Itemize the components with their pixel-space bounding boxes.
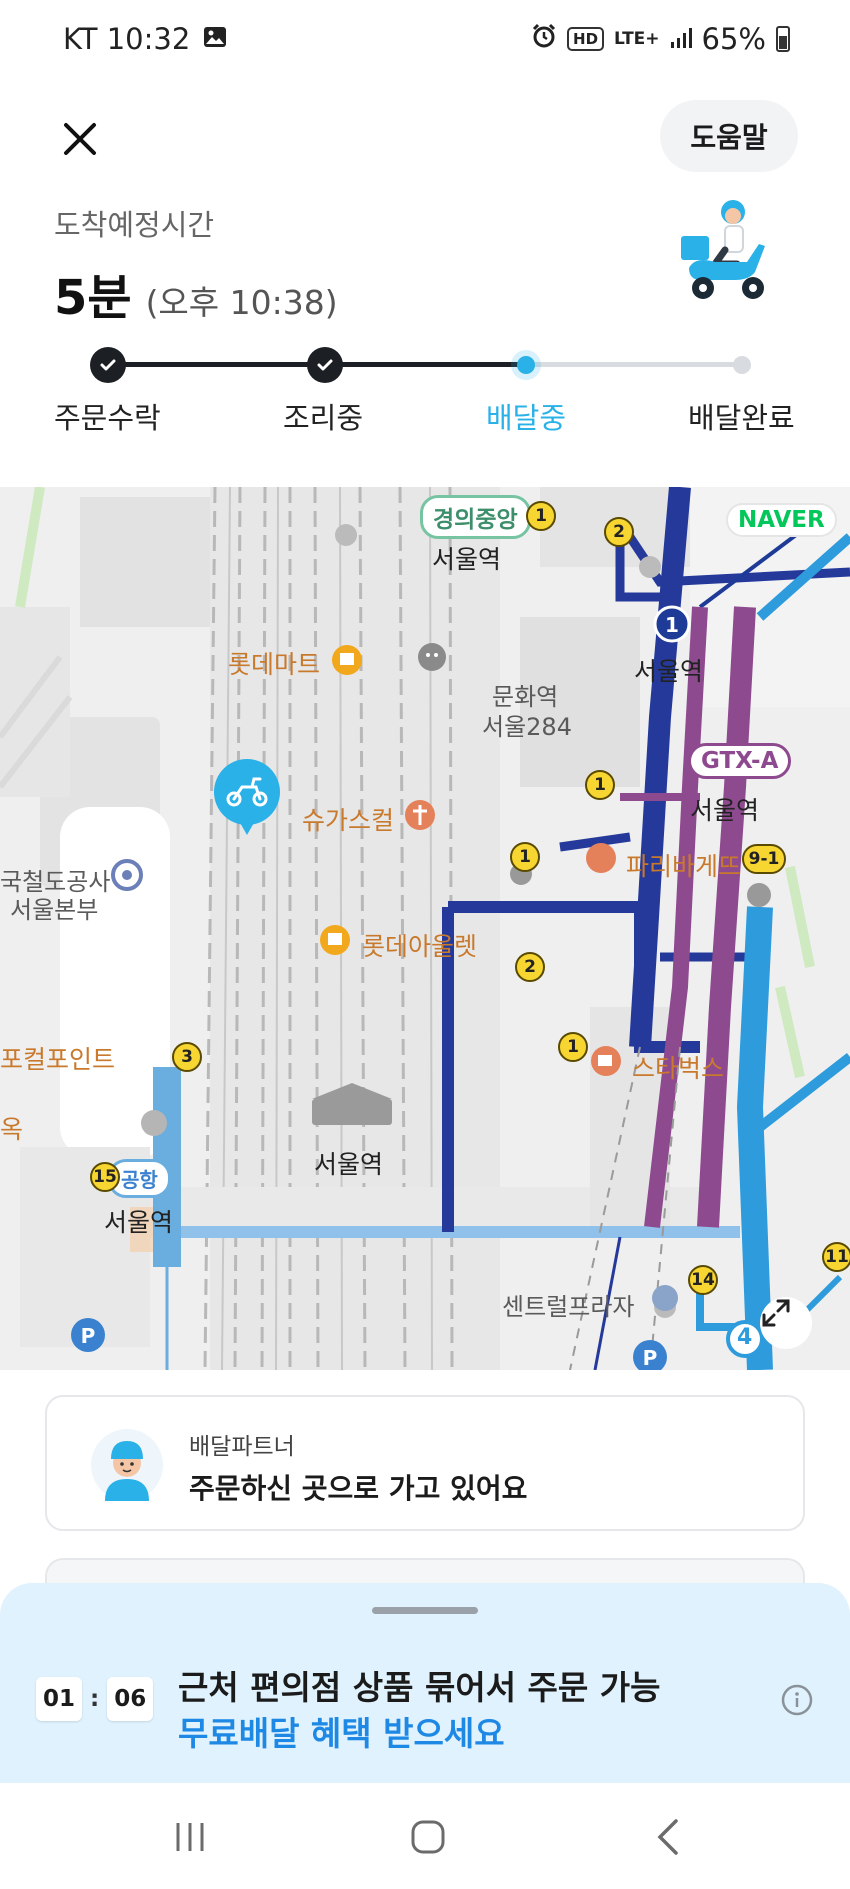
gallery-icon <box>202 22 228 56</box>
exit-badge-9-1: 9-1 <box>742 844 786 874</box>
gyeongui-line-tag: 경의중앙 <box>420 495 531 539</box>
delivery-progress: 주문수락 조리중 배달중 배달완료 <box>0 340 850 460</box>
battery-icon <box>776 26 790 52</box>
network-type: LTE+ <box>614 28 660 49</box>
gtx-a-line-tag: GTX-A <box>688 743 792 779</box>
svg-text:P: P <box>81 1324 96 1348</box>
step-3-current-dot <box>517 356 535 374</box>
eta-label: 도착예정시간 <box>54 208 215 242</box>
progress-line-pending <box>526 362 742 367</box>
back-icon <box>657 1819 678 1855</box>
partner-avatar <box>91 1429 163 1501</box>
promo-timer: 01 : 06 <box>36 1677 154 1721</box>
exit-badge: 2 <box>604 517 634 547</box>
line-4-number: 4 <box>737 1325 753 1350</box>
exit-badge: 14 <box>688 1265 718 1295</box>
rider-location-pin[interactable] <box>212 759 282 839</box>
delivery-map[interactable]: 1 P P 경의중앙 NAVER 서울역 롯데마트 문화역 서울284 서울역 … <box>0 487 850 1370</box>
delivery-scooter-illustration <box>675 198 775 310</box>
exit-badge: 15 <box>90 1162 120 1192</box>
timer-minutes: 01 <box>36 1677 82 1721</box>
map-label-seoul-station-line1: 서울역 <box>634 657 704 686</box>
partner-role: 배달파트너 <box>189 1434 295 1460</box>
info-icon <box>781 1684 813 1716</box>
status-bar: KT 10:32 HD LTE+ 65% <box>0 0 850 84</box>
signal-icon <box>670 22 692 56</box>
map-label-seoul-station: 서울역 <box>432 545 502 574</box>
close-icon <box>64 123 96 155</box>
map-label-pocket-point: 포컬포인트 <box>0 1045 116 1074</box>
expand-icon <box>762 1299 790 1327</box>
svg-text:1: 1 <box>665 613 679 637</box>
map-label-starbucks: 스타벅스 <box>632 1054 725 1083</box>
timer-seconds: 06 <box>107 1677 154 1721</box>
step-label-delivering: 배달중 <box>486 401 567 435</box>
map-label-central-plaza: 센트럴프라자 <box>502 1293 635 1321</box>
exit-badge: 2 <box>515 952 545 982</box>
exit-badge: 3 <box>172 1042 202 1072</box>
check-icon <box>100 359 116 371</box>
partner-message: 주문하신 곳으로 가고 있어요 <box>189 1472 528 1505</box>
exit-badge: 11 <box>822 1242 850 1272</box>
map-label-paris-baguette: 파리바게뜨 <box>626 852 742 881</box>
battery-percent: 65% <box>701 22 766 56</box>
sheet-drag-handle[interactable] <box>372 1607 478 1614</box>
map-label-lotte-mart: 롯데마트 <box>228 650 321 679</box>
svg-text:P: P <box>643 1346 658 1370</box>
map-label-korail-bottom: 서울본부 <box>10 896 99 924</box>
carrier-time: KT 10:32 <box>63 22 191 56</box>
timer-separator: : <box>90 1686 100 1712</box>
eta-main: 5분 (오후 10:38) <box>54 258 338 328</box>
expand-map-button[interactable] <box>760 1297 812 1349</box>
delivery-partner-card: 배달파트너 주문하신 곳으로 가고 있어요 <box>45 1395 805 1531</box>
scooter-pin-icon <box>214 759 280 835</box>
map-label-lotte-outlet: 롯데아울렛 <box>362 932 478 961</box>
exit-badge: 1 <box>585 770 615 800</box>
step-4-pending-dot <box>733 356 751 374</box>
recent-apps-icon <box>176 1823 204 1851</box>
info-button[interactable] <box>781 1684 813 1716</box>
system-nav-bar <box>0 1783 850 1889</box>
exit-badge: 1 <box>558 1032 588 1062</box>
map-label-edge: 옥 <box>0 1115 24 1144</box>
eta-minutes: 5분 <box>54 270 132 326</box>
map-label-seoul284: 서울284 <box>482 713 572 741</box>
naver-logo: NAVER <box>726 503 837 537</box>
header: 도움말 <box>0 84 850 184</box>
home-icon <box>411 1820 445 1854</box>
promo-bottom-sheet[interactable]: 01 : 06 근처 편의점 상품 묶어서 주문 가능 무료배달 혜택 받으세요 <box>0 1583 850 1783</box>
promo-title: 근처 편의점 상품 묶어서 주문 가능 <box>178 1668 661 1707</box>
exit-badge: 1 <box>510 842 540 872</box>
map-label-seoul-station-gtx: 서울역 <box>690 796 760 825</box>
close-button[interactable] <box>55 114 105 164</box>
help-button[interactable]: 도움말 <box>660 100 798 172</box>
promo-subtitle[interactable]: 무료배달 혜택 받으세요 <box>178 1707 505 1755</box>
step-1-done-dot <box>90 347 126 383</box>
step-label-delivered: 배달완료 <box>688 401 795 435</box>
map-label-seoul-station-main: 서울역 <box>314 1150 384 1179</box>
step-label-cooking: 조리중 <box>283 401 364 435</box>
hd-badge: HD <box>567 27 605 51</box>
exit-badge: 1 <box>526 501 556 531</box>
map-label-sugarscal: 슈가스컬 <box>302 806 395 835</box>
recent-apps-button[interactable] <box>160 1809 220 1865</box>
eta-clock: (오후 10:38) <box>145 283 338 322</box>
step-label-accepted: 주문수락 <box>54 401 161 435</box>
map-label-seoul-station-airport: 서울역 <box>104 1208 174 1237</box>
check-icon <box>317 359 333 371</box>
back-button[interactable] <box>638 1809 698 1865</box>
home-button[interactable] <box>398 1809 458 1865</box>
alarm-icon <box>531 22 557 56</box>
step-2-done-dot <box>307 347 343 383</box>
